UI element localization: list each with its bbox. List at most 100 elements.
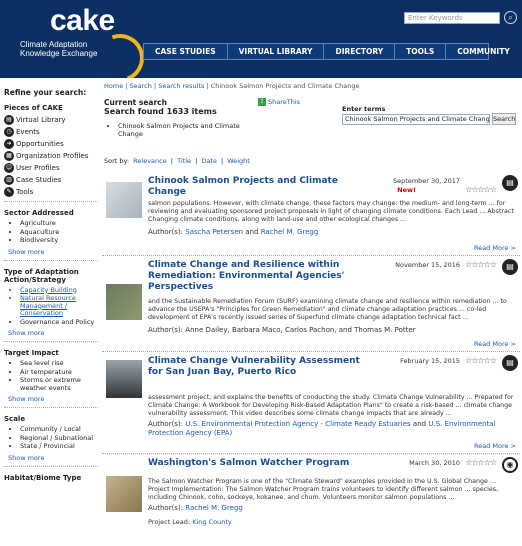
result-thumbnail[interactable]: [106, 182, 142, 218]
enter-terms-label: Enter terms: [342, 105, 386, 113]
result-title[interactable]: Chinook Salmon Projects and Climate Chan…: [148, 176, 366, 198]
show-more-link[interactable]: Show more: [8, 454, 98, 462]
result-authors: Author(s): Rachel M. Gregg: [148, 504, 243, 512]
project-lead-link[interactable]: King County: [192, 518, 232, 526]
facet-opportunities[interactable]: ➜ Opportunities: [4, 139, 98, 149]
nav-case-studies[interactable]: CASE STUDIES: [144, 44, 228, 59]
sort-bar: Sort by: Relevance | Title | Date | Weig…: [104, 157, 250, 165]
share-button[interactable]: ⇪ ShareThis: [258, 98, 300, 106]
result-authors: Author(s): Anne Dailey, Barbara Maco, Ca…: [148, 326, 416, 334]
read-more-link[interactable]: Read More >: [474, 340, 516, 348]
result-count: Search found 1633 items: [104, 107, 217, 116]
type-item[interactable]: Natural Resource Management / Conservati…: [20, 294, 98, 318]
sort-date[interactable]: Date: [201, 157, 217, 165]
results-main: Home | Search | Search results | Chinook…: [102, 78, 522, 546]
result-thumbnail[interactable]: [106, 476, 142, 512]
target-item[interactable]: Air temperature: [20, 368, 98, 377]
keyword-search-input[interactable]: Enter Keywords: [404, 12, 500, 24]
facet-organization-profiles[interactable]: ▦ Organization Profiles: [4, 151, 98, 161]
facet-virtual-library[interactable]: ▤ Virtual Library: [4, 115, 98, 125]
terms-input[interactable]: Chinook Salmon Projects and Climate Chan…: [342, 114, 490, 125]
rating-stars[interactable]: ☆☆☆☆☆: [465, 185, 497, 194]
result-item: Washington's Salmon Watcher Program Marc…: [102, 457, 520, 546]
authors-label: Author(s):: [148, 228, 184, 236]
sector-list: Agriculture Aquaculture Biodiversity: [4, 219, 98, 245]
result-thumbnail[interactable]: [106, 284, 142, 320]
logo-subtitle-line2: Knowledge Exchange: [20, 49, 98, 58]
facet-case-studies[interactable]: ▥ Case Studies: [4, 175, 98, 185]
library-icon: ▤: [502, 355, 518, 371]
facet-tools[interactable]: ✎ Tools: [4, 187, 98, 197]
result-snippet: salmon populations. However, with climat…: [148, 200, 514, 223]
result-date: March 30, 2010: [409, 459, 460, 467]
author-link[interactable]: Rachel M. Gregg: [185, 504, 243, 512]
project-lead-label: Project Lead:: [148, 518, 191, 526]
scale-list: Community / Local Regional / Subnational…: [4, 425, 98, 451]
search-icon[interactable]: ⌕: [504, 11, 517, 24]
show-more-link[interactable]: Show more: [8, 329, 98, 337]
facet-events[interactable]: ◷ Events: [4, 127, 98, 137]
scale-item[interactable]: State / Provincial: [20, 442, 98, 451]
library-icon: ▤: [502, 175, 518, 191]
crumb-home[interactable]: Home: [104, 82, 123, 90]
crumb-current: Chinook Salmon Projects and Climate Chan…: [210, 82, 360, 90]
result-authors: Author(s): Sascha Petersen and Rachel M.…: [148, 228, 319, 236]
divider: [4, 341, 98, 342]
sort-weight[interactable]: Weight: [227, 157, 250, 165]
result-snippet: and the Sustainable Remediation Forum (S…: [148, 298, 507, 321]
search-button[interactable]: Search: [492, 113, 516, 125]
nav-virtual-library[interactable]: VIRTUAL LIBRARY: [228, 44, 325, 59]
author-link[interactable]: Rachel M. Gregg: [261, 228, 319, 236]
refine-heading: Refine your search:: [4, 88, 87, 97]
sort-title[interactable]: Title: [177, 157, 191, 165]
result-title[interactable]: Climate Change and Resilience within Rem…: [148, 260, 366, 293]
result-thumbnail[interactable]: [106, 360, 142, 398]
current-search-heading: Current search: [104, 98, 167, 107]
authors-label: Author(s):: [148, 504, 184, 512]
author-link[interactable]: Sascha Petersen: [185, 228, 243, 236]
sector-item[interactable]: Aquaculture: [20, 228, 98, 237]
author-link[interactable]: U.S. Environmental Protection Agency - C…: [185, 420, 410, 428]
divider: [4, 201, 98, 202]
nav-directory[interactable]: DIRECTORY: [324, 44, 396, 59]
facet-label: User Profiles: [16, 164, 60, 172]
sector-item[interactable]: Biodiversity: [20, 236, 98, 245]
pieces-heading: Pieces of CAKE: [4, 104, 63, 112]
read-more-link[interactable]: Read More >: [474, 442, 516, 450]
target-item[interactable]: Storms or extreme weather events: [20, 376, 98, 392]
scale-item[interactable]: Regional / Subnational: [20, 434, 98, 443]
library-icon: ▤: [502, 259, 518, 275]
sort-relevance[interactable]: Relevance: [133, 157, 167, 165]
new-badge: New!: [397, 186, 416, 194]
show-more-link[interactable]: Show more: [8, 395, 98, 403]
rating-stars[interactable]: ☆☆☆☆☆: [465, 260, 497, 269]
logo-subtitle-line1: Climate Adaptation: [20, 40, 88, 49]
rating-stars[interactable]: ☆☆☆☆☆: [465, 356, 497, 365]
target-list: Sea level rise Air temperature Storms or…: [4, 359, 98, 392]
result-item: Climate Change Vulnerability Assessment …: [102, 355, 520, 454]
result-title[interactable]: Washington's Salmon Watcher Program: [148, 458, 408, 469]
scale-item[interactable]: Community / Local: [20, 425, 98, 434]
result-title[interactable]: Climate Change Vulnerability Assessment …: [148, 356, 366, 378]
target-heading: Target Impact: [4, 349, 59, 357]
nav-tools[interactable]: TOOLS: [395, 44, 447, 59]
result-snippet: The Salmon Watcher Program is one of the…: [148, 478, 499, 501]
read-more-link[interactable]: Read More >: [474, 244, 516, 252]
crumb-results[interactable]: Search results: [158, 82, 204, 90]
target-item[interactable]: Sea level rise: [20, 359, 98, 368]
type-item[interactable]: Governance and Policy: [20, 318, 98, 327]
breadcrumb: Home | Search | Search results | Chinook…: [104, 82, 360, 90]
user-icon: ☺: [4, 163, 14, 173]
logo-word: cake: [50, 4, 115, 37]
show-more-link[interactable]: Show more: [8, 248, 98, 256]
rating-stars[interactable]: ☆☆☆☆☆: [465, 458, 497, 467]
facet-user-profiles[interactable]: ☺ User Profiles: [4, 163, 98, 173]
type-item[interactable]: Capacity Building: [20, 286, 98, 295]
case-study-icon: ◉: [502, 457, 518, 473]
result-date: November 15, 2016: [395, 261, 460, 269]
crumb-search[interactable]: Search: [130, 82, 152, 90]
authors-label: Author(s):: [148, 326, 184, 334]
nav-community[interactable]: COMMUNITY: [446, 44, 521, 59]
cake-logo[interactable]: cake Climate Adaptation Knowledge Exchan…: [18, 4, 152, 90]
sector-item[interactable]: Agriculture: [20, 219, 98, 228]
